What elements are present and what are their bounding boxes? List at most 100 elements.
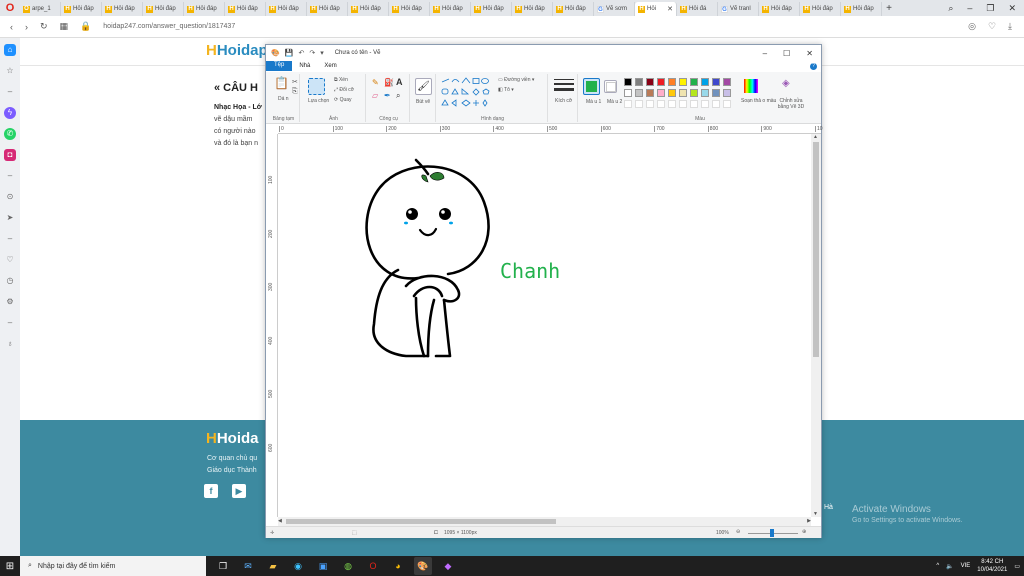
palette-custom-swatch[interactable] xyxy=(712,100,720,108)
redo-icon[interactable]: ↷ xyxy=(309,49,315,57)
menu-file[interactable]: Tệp xyxy=(266,61,293,71)
color-picker-icon[interactable]: ✒ xyxy=(384,91,391,100)
send-icon[interactable]: ➤ xyxy=(4,212,16,224)
brush-icon[interactable]: 🖌 xyxy=(415,78,432,95)
browser-tab[interactable]: H Hỏi đáp xyxy=(841,2,882,16)
zoom-in-icon[interactable]: ⊕ xyxy=(802,529,806,535)
browser-tab[interactable]: G Vẽ sơm xyxy=(594,2,635,16)
palette-custom-swatch[interactable] xyxy=(657,100,665,108)
opera-logo-icon[interactable]: O xyxy=(0,0,20,16)
settings-icon[interactable]: ⚙ xyxy=(4,296,16,308)
scroll-down-icon[interactable]: ▼ xyxy=(813,511,818,517)
camera-icon[interactable]: ◎ xyxy=(968,21,976,32)
palette-swatch[interactable] xyxy=(679,89,687,97)
browser-tab[interactable]: H Hỏi đáp xyxy=(266,2,307,16)
heart-icon[interactable]: ♡ xyxy=(4,254,16,266)
outline-button[interactable]: ▭ Đường viền ▾ xyxy=(498,77,534,83)
rotate-button[interactable]: ⟳ Quay xyxy=(334,97,352,103)
url-field[interactable]: hoidap247.com/answer_question/1817437 xyxy=(103,23,235,30)
youtube-icon[interactable]: ▶ xyxy=(232,484,246,498)
palette-swatch[interactable] xyxy=(624,89,632,97)
lightbulb-icon[interactable]: ♁ xyxy=(4,338,16,350)
paint3d-icon[interactable]: ◈ xyxy=(782,78,790,89)
fill-button[interactable]: ◧ Tô ▾ xyxy=(498,87,514,93)
palette-swatch[interactable] xyxy=(668,89,676,97)
select-button[interactable]: Lựa chọn xyxy=(308,98,329,104)
palette-custom-swatch[interactable] xyxy=(679,100,687,108)
palette-swatch[interactable] xyxy=(690,78,698,86)
back-icon[interactable]: ‹ xyxy=(10,22,13,32)
magnifier-icon[interactable]: ⌕ xyxy=(396,91,400,101)
edit-colors-icon[interactable] xyxy=(744,79,758,93)
scroll-up-icon[interactable]: ▲ xyxy=(813,134,818,140)
search-tabs-icon[interactable]: ⌕ xyxy=(948,3,953,14)
restore-icon[interactable]: ❐ xyxy=(986,3,994,14)
copy-icon[interactable]: ⎘ xyxy=(292,88,298,96)
browser-tab[interactable]: H Hỏi đáp xyxy=(102,2,143,16)
help-icon[interactable]: ? xyxy=(810,62,817,70)
clock[interactable]: 8:42 CH 10/04/2021 xyxy=(977,558,1007,574)
speed-dial-icon[interactable]: ▦ xyxy=(60,21,69,32)
paint3d-taskbar-icon[interactable]: ◆ xyxy=(439,557,457,575)
browser-tab[interactable]: H Hỏi ✕ xyxy=(635,2,677,16)
eraser-icon[interactable]: ▱ xyxy=(372,91,378,100)
tab-close-icon[interactable]: ✕ xyxy=(667,5,673,13)
paint3d-button[interactable]: Chỉnh sửa bằng Vẽ 3D xyxy=(774,98,808,110)
file-explorer-icon[interactable]: ▰ xyxy=(264,557,282,575)
undo-icon[interactable]: ↶ xyxy=(298,49,304,57)
zoom-app-icon[interactable]: ▣ xyxy=(314,557,332,575)
palette-swatch[interactable] xyxy=(723,89,731,97)
palette-custom-swatch[interactable] xyxy=(646,100,654,108)
heart-icon[interactable]: ♡ xyxy=(988,21,996,32)
palette-swatch[interactable] xyxy=(701,78,709,86)
browser-tab[interactable]: H Hỏi đáp xyxy=(225,2,266,16)
vertical-scrollbar[interactable]: ▲ ▼ xyxy=(811,134,821,517)
browser-tab[interactable]: H Hỏi đáp xyxy=(143,2,184,16)
menu-view[interactable]: Xem xyxy=(317,63,343,69)
palette-swatch[interactable] xyxy=(690,89,698,97)
paint-maximize-icon[interactable]: ☐ xyxy=(783,49,790,58)
palette-swatch[interactable] xyxy=(701,89,709,97)
history-icon[interactable]: ◷ xyxy=(4,275,16,287)
edge-icon[interactable]: ◉ xyxy=(289,557,307,575)
instagram-icon[interactable]: ◘ xyxy=(4,149,16,161)
browser-tab[interactable]: H Hỏi đáp xyxy=(61,2,102,16)
vertical-scroll-thumb[interactable] xyxy=(813,142,819,357)
color1-button[interactable] xyxy=(583,78,600,95)
site-logo[interactable]: HHoidap xyxy=(206,42,268,59)
size-button[interactable]: Kích cỡ xyxy=(555,98,572,104)
fill-bucket-icon[interactable]: ⛽ xyxy=(384,78,394,87)
app-icon[interactable]: ◍ xyxy=(339,557,357,575)
star-icon[interactable]: ☆ xyxy=(4,65,16,77)
palette-custom-swatch[interactable] xyxy=(690,100,698,108)
browser-tab[interactable]: Oarpe_1 xyxy=(20,2,61,16)
browser-tab[interactable]: H Hỏi đáp xyxy=(430,2,471,16)
volume-icon[interactable]: 🔈 xyxy=(946,563,953,570)
palette-custom-swatch[interactable] xyxy=(668,100,676,108)
paste-icon[interactable]: 📋 xyxy=(274,76,291,93)
language-indicator[interactable]: VIE xyxy=(961,563,971,569)
palette-swatch[interactable] xyxy=(635,78,643,86)
line-size-icon[interactable] xyxy=(554,78,574,94)
palette-swatch[interactable] xyxy=(624,78,632,86)
zoom-slider-thumb[interactable] xyxy=(770,529,774,537)
player-icon[interactable]: ⊙ xyxy=(4,191,16,203)
zoom-out-icon[interactable]: ⊖ xyxy=(736,529,740,535)
brushes-button[interactable]: Bút vẽ xyxy=(416,99,430,105)
reload-icon[interactable]: ↻ xyxy=(40,21,48,32)
palette-swatch[interactable] xyxy=(712,78,720,86)
palette-custom-swatch[interactable] xyxy=(723,100,731,108)
palette-swatch[interactable] xyxy=(646,78,654,86)
paste-button[interactable]: Dá n xyxy=(278,96,289,102)
palette-custom-swatch[interactable] xyxy=(701,100,709,108)
forward-icon[interactable]: › xyxy=(25,22,28,32)
browser-tab[interactable]: H Hỏi đáp xyxy=(759,2,800,16)
minimize-icon[interactable]: – xyxy=(967,3,972,14)
drawing-canvas[interactable]: Chanh xyxy=(278,134,811,517)
browser-tab[interactable]: H Hỏi đáp xyxy=(512,2,553,16)
paint-close-icon[interactable]: ✕ xyxy=(806,49,813,58)
notifications-icon[interactable]: ▭ xyxy=(1014,563,1020,570)
opera-taskbar-icon[interactable]: O xyxy=(364,557,382,575)
browser-tab[interactable]: H Hỏi đáp xyxy=(307,2,348,16)
quick-access-dropdown-icon[interactable]: ▾ xyxy=(320,49,324,57)
